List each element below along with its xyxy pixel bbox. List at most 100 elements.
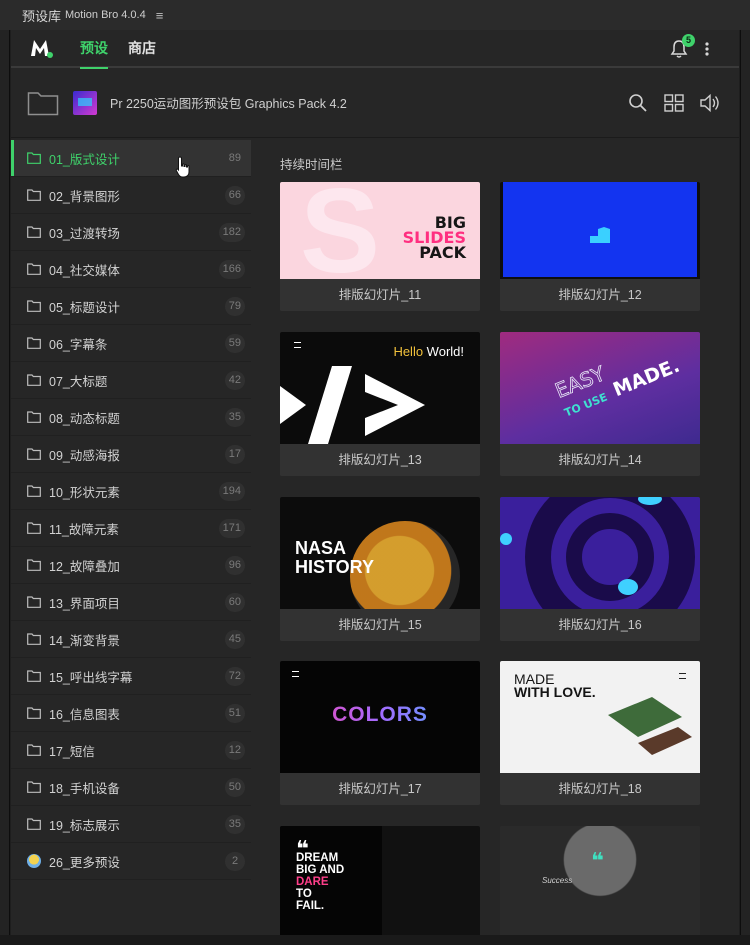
category-item[interactable]: 15_呼出线字幕 72 (11, 658, 251, 695)
folder-icon (27, 300, 41, 312)
folder-icon (27, 670, 41, 682)
category-count: 182 (218, 223, 245, 242)
preset-thumbnail: Hello World! (280, 332, 480, 444)
category-label: 10_形状元素 (49, 485, 120, 500)
preset-card[interactable]: S BIG SLIDES PACK 排版幻灯片_11 (280, 182, 480, 311)
thumb-text-line: HISTORY (295, 557, 375, 577)
category-label: 07_大标题 (49, 374, 108, 389)
quote-icon: ❝ (591, 848, 604, 873)
thumb-text-line: MADE. (610, 355, 683, 401)
category-item[interactable]: 09_动感海报 17 (11, 436, 251, 473)
category-label: 14_渐变背景 (49, 633, 120, 648)
preset-thumbnail (500, 497, 700, 609)
pack-thumbnail (73, 90, 97, 115)
preset-card[interactable]: EASY TO USE MADE. 排版幻灯片_14 (500, 332, 700, 476)
preset-label: 排版幻灯片_16 (500, 609, 700, 641)
preset-thumbnail: EASY TO USE MADE. (500, 332, 700, 444)
folder-icon (27, 707, 41, 719)
motion-bro-logo (29, 36, 53, 60)
category-count: 2 (225, 852, 245, 871)
category-count: 50 (224, 778, 245, 797)
category-item[interactable]: 18_手机设备 50 (11, 769, 251, 806)
category-item[interactable]: 26_更多预设 2 (11, 843, 251, 880)
preset-card[interactable]: ❝ DREAM BIG AND DARE TO FAIL. (280, 826, 480, 935)
preset-card[interactable]: ❝ Success (500, 826, 700, 935)
right-edge-panel (740, 30, 750, 945)
thumb-text-line: PACK (419, 243, 466, 262)
bell-icon[interactable]: 5 (669, 34, 695, 59)
hamburger-menu-icon[interactable]: ≡ (156, 8, 164, 23)
category-label: 17_短信 (49, 744, 95, 759)
window-title: 预设库 (22, 8, 62, 24)
category-label: 12_故障叠加 (49, 559, 120, 574)
grid-view-icon[interactable] (663, 92, 685, 114)
category-item[interactable]: 01_版式设计 89 (11, 140, 251, 177)
preset-card[interactable]: Hello World! 排版幻灯片_13 (280, 332, 480, 476)
hand-cursor-icon (175, 156, 190, 178)
category-count: 66 (224, 186, 245, 205)
category-label: 02_背景图形 (49, 189, 120, 204)
category-item[interactable]: 13_界面项目 60 (11, 584, 251, 621)
preset-thumbnail: NASA HISTORY (280, 497, 480, 609)
thumb-text: DREAM BIG AND DARE TO FAIL. (296, 852, 344, 912)
preset-card[interactable]: MADE WITH LOVE. 排版幻灯片_18 (500, 661, 700, 805)
tab-store[interactable]: 商店 (128, 30, 156, 67)
category-label: 04_社交媒体 (49, 263, 120, 278)
category-item[interactable]: 04_社交媒体 166 (11, 251, 251, 288)
folder-icon (27, 448, 41, 460)
preset-thumbnail: S BIG SLIDES PACK (280, 182, 480, 279)
category-item[interactable]: 14_渐变背景 45 (11, 621, 251, 658)
more-options-icon[interactable] (699, 41, 715, 57)
thumb-code-graphic (280, 366, 425, 444)
preset-card[interactable]: 排版幻灯片_16 (500, 497, 700, 641)
thumb-logo (590, 227, 610, 243)
category-item[interactable]: 03_过渡转场 182 (11, 214, 251, 251)
thumb-text: COLORS (280, 703, 480, 727)
category-item[interactable]: 11_故障元素 171 (11, 510, 251, 547)
thumb-text-line: NASA (295, 538, 347, 558)
preset-card[interactable]: 排版幻灯片_12 (500, 182, 700, 311)
category-item[interactable]: 07_大标题 42 (11, 362, 251, 399)
folder-icon (27, 559, 41, 571)
category-count: 96 (224, 556, 245, 575)
search-icon[interactable] (627, 92, 649, 114)
category-item[interactable]: 16_信息图表 51 (11, 695, 251, 732)
category-count: 35 (224, 815, 245, 834)
category-item[interactable]: 08_动态标题 35 (11, 399, 251, 436)
folder-icon (27, 596, 41, 608)
thumb-decoration: S (300, 182, 381, 279)
window-titlebar: 预设库 Motion Bro 4.0.4 ≡ (0, 0, 750, 30)
bottom-edge (0, 935, 750, 945)
category-item[interactable]: 06_字幕条 59 (11, 325, 251, 362)
category-label: 13_界面项目 (49, 596, 120, 611)
category-item[interactable]: 12_故障叠加 96 (11, 547, 251, 584)
category-count: 51 (224, 704, 245, 723)
category-item[interactable]: 17_短信 12 (11, 732, 251, 769)
folder-icon (27, 189, 41, 201)
folder-icon (27, 818, 41, 830)
folder-icon (27, 633, 41, 645)
thumb-text-line: World! (423, 344, 464, 359)
volume-icon[interactable] (699, 92, 721, 114)
thumb-text-graphic: EASY TO USE MADE. (551, 355, 683, 420)
category-count: 72 (224, 667, 245, 686)
presets-panel: 预设 商店 5 Pr 2250运动图形预设包 Graphics Pack 4.2 (11, 30, 739, 935)
folder-icon (27, 744, 41, 756)
preset-content: 持续时间栏 S BIG SLIDES PACK 排版幻灯片_11 排版幻灯片_1… (261, 140, 739, 935)
category-item[interactable]: 10_形状元素 194 (11, 473, 251, 510)
top-nav: 预设 商店 5 (11, 30, 739, 69)
category-label: 08_动态标题 (49, 411, 120, 426)
preset-card[interactable]: COLORS 排版幻灯片_17 (280, 661, 480, 805)
category-item[interactable]: 19_标志展示 35 (11, 806, 251, 843)
category-item[interactable]: 05_标题设计 79 (11, 288, 251, 325)
folder-icon[interactable] (27, 90, 59, 116)
preset-thumbnail: ❝ Success (500, 826, 700, 935)
tab-presets[interactable]: 预设 (80, 30, 108, 69)
category-item[interactable]: 02_背景图形 66 (11, 177, 251, 214)
category-label: 01_版式设计 (49, 152, 120, 167)
preset-label: 排版幻灯片_13 (280, 444, 480, 476)
category-label: 03_过渡转场 (49, 226, 120, 241)
emoji-icon (27, 854, 41, 868)
preset-card[interactable]: NASA HISTORY 排版幻灯片_15 (280, 497, 480, 641)
category-label: 19_标志展示 (49, 818, 120, 833)
